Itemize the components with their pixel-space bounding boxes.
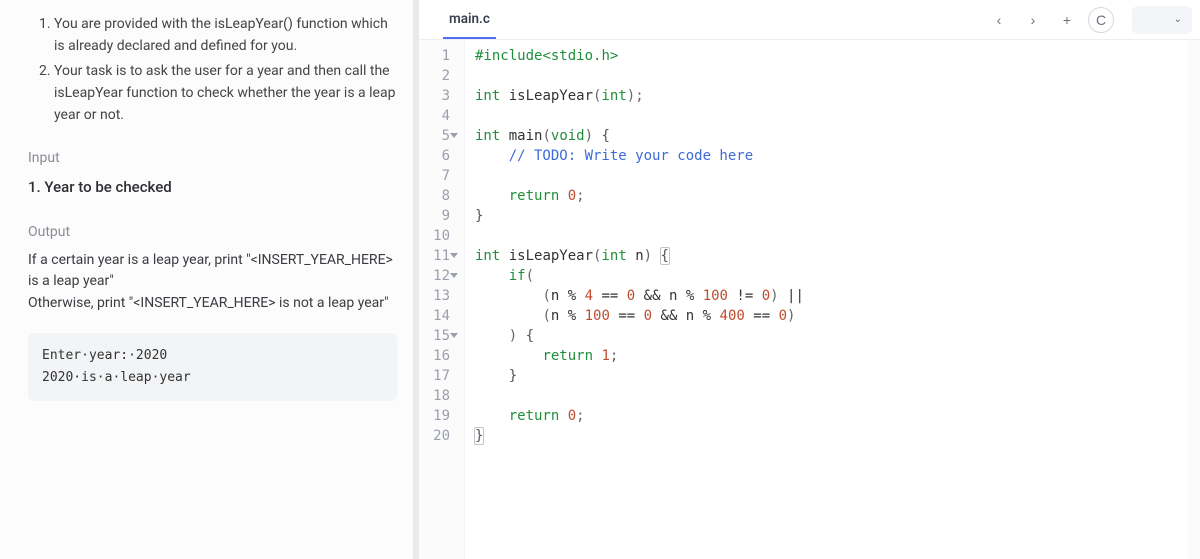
code-line[interactable]: #include<stdio.h> (475, 46, 804, 66)
problem-panel[interactable]: You are provided with the isLeapYear() f… (0, 0, 413, 559)
line-number: 7 (419, 166, 456, 186)
output-body: If a certain year is a leap year, print … (28, 250, 397, 315)
line-number: 8 (419, 186, 456, 206)
editor-panel: main.c ‹ › + C ⌄ 12345678910111213141516… (419, 0, 1200, 559)
code-line[interactable]: } (475, 426, 804, 446)
line-number: 9 (419, 206, 456, 226)
code-line[interactable]: int isLeapYear(int n) { (475, 246, 804, 266)
line-number: 18 (419, 386, 456, 406)
line-number: 20 (419, 426, 456, 446)
code-line[interactable]: ) { (475, 326, 804, 346)
code-line[interactable]: int main(void) { (475, 126, 804, 146)
language-badge[interactable]: C (1088, 7, 1114, 33)
input-body: 1. Year to be checked (28, 176, 397, 199)
code-line[interactable]: if( (475, 266, 804, 286)
tab-actions: ‹ › + C ⌄ (986, 6, 1192, 34)
line-number: 11 (419, 246, 456, 266)
add-tab-button[interactable]: + (1054, 7, 1080, 33)
code-line[interactable]: int isLeapYear(int); (475, 86, 804, 106)
line-number: 16 (419, 346, 456, 366)
code-line[interactable] (475, 226, 804, 246)
line-number: 15 (419, 326, 456, 346)
plus-icon: + (1063, 12, 1071, 28)
nav-prev-button[interactable]: ‹ (986, 7, 1012, 33)
line-number: 12 (419, 266, 456, 286)
nav-next-button[interactable]: › (1020, 7, 1046, 33)
line-number: 1 (419, 46, 456, 66)
line-number: 17 (419, 366, 456, 386)
code-area[interactable]: #include<stdio.h> int isLeapYear(int); int… (465, 40, 804, 559)
code-line[interactable]: (n % 100 == 0 && n % 400 == 0) (475, 306, 804, 326)
language-select[interactable]: ⌄ (1132, 6, 1192, 34)
code-line[interactable]: return 0; (475, 186, 804, 206)
input-heading: Input (28, 150, 397, 166)
line-number: 10 (419, 226, 456, 246)
line-number: 14 (419, 306, 456, 326)
editor-scrollbar[interactable] (1188, 40, 1200, 559)
code-line[interactable]: return 0; (475, 406, 804, 426)
instruction-item: You are provided with the isLeapYear() f… (54, 14, 397, 57)
code-line[interactable] (475, 386, 804, 406)
line-number: 13 (419, 286, 456, 306)
line-gutter: 1234567891011121314151617181920 (419, 40, 465, 559)
example-line: 2020·is·a·leap·year (42, 370, 191, 385)
instruction-item: Your task is to ask the user for a year … (54, 61, 397, 126)
line-number: 3 (419, 86, 456, 106)
line-number: 5 (419, 126, 456, 146)
code-line[interactable]: return 1; (475, 346, 804, 366)
code-line[interactable] (475, 66, 804, 86)
example-line: Enter·year:·2020 (42, 348, 167, 363)
code-line[interactable] (475, 166, 804, 186)
language-label: C (1096, 12, 1106, 28)
tab-bar: main.c ‹ › + C ⌄ (419, 0, 1200, 40)
line-number: 2 (419, 66, 456, 86)
chevron-down-icon: ⌄ (1174, 14, 1182, 25)
instructions-list: You are provided with the isLeapYear() f… (28, 14, 397, 126)
code-editor[interactable]: 1234567891011121314151617181920 #include… (419, 40, 1200, 559)
chevron-left-icon: ‹ (997, 12, 1002, 28)
example-box: Enter·year:·2020 2020·is·a·leap·year (28, 333, 397, 401)
code-line[interactable]: } (475, 206, 804, 226)
output-heading: Output (28, 224, 397, 240)
code-line[interactable]: } (475, 366, 804, 386)
code-line[interactable]: (n % 4 == 0 && n % 100 != 0) || (475, 286, 804, 306)
line-number: 6 (419, 146, 456, 166)
select-spacer (1142, 12, 1145, 27)
chevron-right-icon: › (1031, 12, 1036, 28)
line-number: 4 (419, 106, 456, 126)
line-number: 19 (419, 406, 456, 426)
code-line[interactable] (475, 106, 804, 126)
code-line[interactable]: // TODO: Write your code here (475, 146, 804, 166)
file-tab-main[interactable]: main.c (443, 0, 496, 39)
